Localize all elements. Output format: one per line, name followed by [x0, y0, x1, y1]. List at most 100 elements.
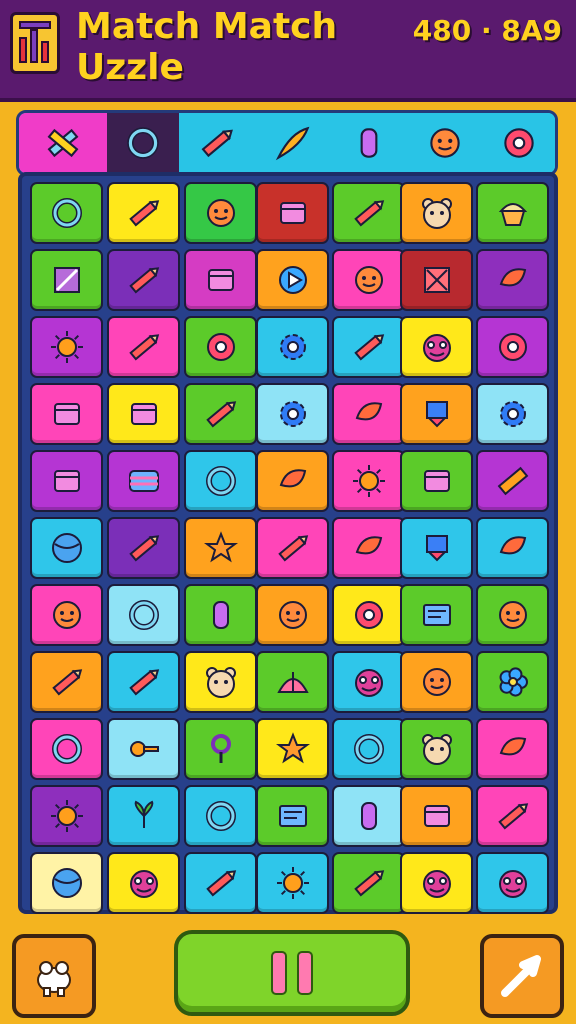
- box-icon: [279, 202, 306, 224]
- game-tile[interactable]: [30, 651, 103, 713]
- hint-button[interactable]: [480, 934, 564, 1018]
- game-tile[interactable]: [476, 249, 549, 311]
- monster-icon: [498, 870, 527, 898]
- game-tile[interactable]: [30, 182, 103, 244]
- game-tile[interactable]: [400, 182, 473, 244]
- shuffle-button[interactable]: [12, 934, 96, 1018]
- game-tile[interactable]: [30, 718, 103, 780]
- game-tile[interactable]: [30, 450, 103, 512]
- game-tile[interactable]: [476, 584, 549, 646]
- game-tile[interactable]: [107, 785, 180, 847]
- game-tile[interactable]: [476, 718, 549, 780]
- ring-icon: [51, 198, 82, 228]
- game-tile[interactable]: [332, 450, 405, 512]
- game-tile[interactable]: [476, 450, 549, 512]
- game-tile[interactable]: [256, 718, 329, 780]
- donut-icon: [504, 128, 534, 158]
- pause-button[interactable]: [174, 930, 410, 1016]
- game-tile[interactable]: [332, 785, 405, 847]
- game-tile[interactable]: [30, 852, 103, 914]
- pin-icon: [210, 734, 231, 763]
- game-tile[interactable]: [400, 718, 473, 780]
- game-tile[interactable]: [256, 517, 329, 579]
- play-icon: [278, 266, 307, 294]
- game-tile[interactable]: [332, 651, 405, 713]
- game-tile[interactable]: [256, 584, 329, 646]
- game-tile[interactable]: [476, 316, 549, 378]
- game-tile[interactable]: [332, 517, 405, 579]
- game-tile[interactable]: [256, 651, 329, 713]
- game-tile[interactable]: [107, 249, 180, 311]
- collected-slot: [255, 113, 331, 173]
- game-tile[interactable]: [332, 316, 405, 378]
- crate-icon: [423, 470, 450, 492]
- game-tile[interactable]: [400, 316, 473, 378]
- game-tile[interactable]: [332, 584, 405, 646]
- game-tile[interactable]: [184, 383, 257, 445]
- game-tile[interactable]: [256, 785, 329, 847]
- sun-icon: [352, 465, 385, 497]
- game-tile[interactable]: [476, 383, 549, 445]
- game-tile[interactable]: [256, 852, 329, 914]
- game-tile[interactable]: [184, 651, 257, 713]
- collected-slot: [483, 113, 555, 173]
- game-tile[interactable]: [184, 182, 257, 244]
- game-tile[interactable]: [107, 316, 180, 378]
- game-tile[interactable]: [332, 852, 405, 914]
- game-tile[interactable]: [184, 316, 257, 378]
- game-tile[interactable]: [184, 249, 257, 311]
- game-tile[interactable]: [30, 249, 103, 311]
- game-tile[interactable]: [107, 852, 180, 914]
- game-tile[interactable]: [400, 249, 473, 311]
- game-tile[interactable]: [332, 182, 405, 244]
- face-icon: [354, 266, 383, 294]
- game-tile[interactable]: [107, 517, 180, 579]
- game-tile[interactable]: [107, 182, 180, 244]
- game-tile[interactable]: [332, 718, 405, 780]
- game-tile[interactable]: [184, 785, 257, 847]
- game-tile[interactable]: [476, 852, 549, 914]
- game-tile[interactable]: [256, 383, 329, 445]
- game-tile[interactable]: [107, 718, 180, 780]
- game-tile[interactable]: [107, 584, 180, 646]
- game-tile[interactable]: [476, 651, 549, 713]
- game-tile[interactable]: [400, 383, 473, 445]
- game-tile[interactable]: [400, 450, 473, 512]
- ball-icon: [51, 868, 82, 898]
- game-tile[interactable]: [476, 785, 549, 847]
- game-tile[interactable]: [400, 584, 473, 646]
- game-tile[interactable]: [400, 852, 473, 914]
- game-tile[interactable]: [107, 450, 180, 512]
- game-tile[interactable]: [332, 249, 405, 311]
- game-tile[interactable]: [476, 182, 549, 244]
- game-tile[interactable]: [107, 383, 180, 445]
- game-tile[interactable]: [30, 584, 103, 646]
- ring-icon: [205, 801, 236, 831]
- game-tile[interactable]: [256, 182, 329, 244]
- game-tile[interactable]: [400, 785, 473, 847]
- leaf-icon: [355, 402, 382, 421]
- game-tile[interactable]: [184, 450, 257, 512]
- capsule-icon: [360, 128, 378, 158]
- pencil-icon: [128, 669, 159, 696]
- game-tile[interactable]: [256, 249, 329, 311]
- game-tile[interactable]: [107, 651, 180, 713]
- game-tile[interactable]: [184, 718, 257, 780]
- game-tile[interactable]: [332, 383, 405, 445]
- face-icon: [430, 128, 460, 158]
- game-tile[interactable]: [184, 852, 257, 914]
- game-tile[interactable]: [30, 785, 103, 847]
- gear-icon: [279, 401, 306, 427]
- game-tile[interactable]: [256, 450, 329, 512]
- game-tile[interactable]: [184, 517, 257, 579]
- game-tile[interactable]: [184, 584, 257, 646]
- pencil-icon: [205, 870, 236, 897]
- leaf-icon: [279, 469, 306, 488]
- game-tile[interactable]: [400, 517, 473, 579]
- game-tile[interactable]: [30, 517, 103, 579]
- game-tile[interactable]: [30, 316, 103, 378]
- game-tile[interactable]: [256, 316, 329, 378]
- game-tile[interactable]: [476, 517, 549, 579]
- game-tile[interactable]: [400, 651, 473, 713]
- game-tile[interactable]: [30, 383, 103, 445]
